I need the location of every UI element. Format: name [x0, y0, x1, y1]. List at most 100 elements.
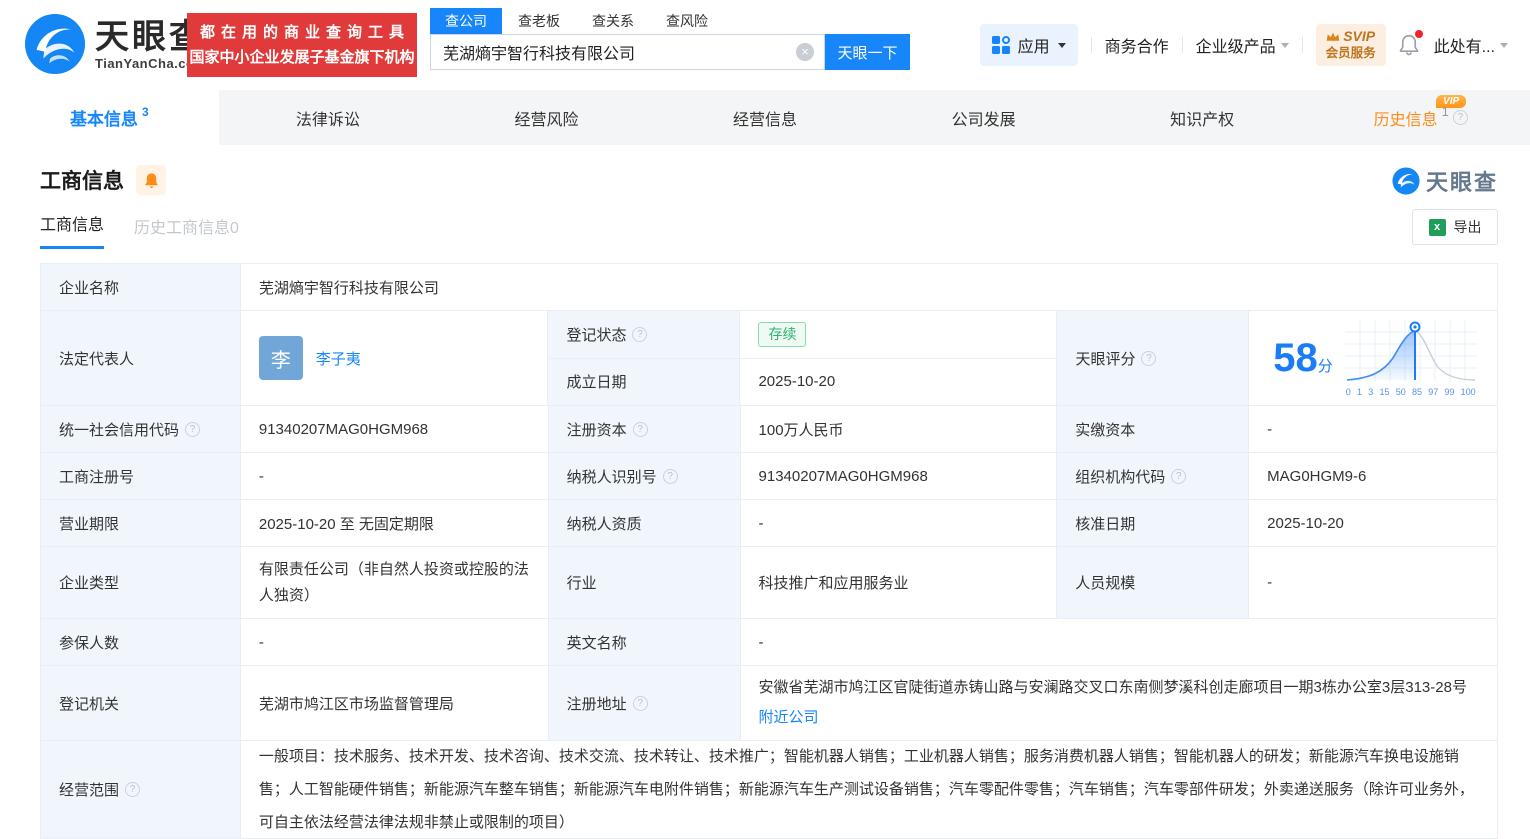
tab-operation-info[interactable]: 经营信息: [656, 90, 875, 145]
svip-member-button[interactable]: SVIP 会员服务: [1315, 24, 1386, 66]
help-icon[interactable]: ?: [632, 421, 648, 437]
main-content: 工商信息 天眼查 工商信息 历史工商信息0 x 导出 企业名称 芜湖熵宇智行科技…: [0, 163, 1530, 839]
divider: [1090, 37, 1092, 53]
business-cooperation-link[interactable]: 商务合作: [1105, 33, 1169, 57]
score-unit: 分: [1317, 358, 1333, 375]
legal-representative-label: 法定代表人: [41, 311, 241, 406]
subscribe-bell-button[interactable]: [136, 165, 166, 195]
registered-address-label: 注册地址 ?: [548, 666, 741, 741]
help-icon[interactable]: ?: [185, 421, 201, 437]
status-date-block: 登记状态 ? 存续 成立日期 2025-10-20: [548, 311, 1058, 406]
score-distribution-chart: 0 1 3 15 50 85 97 99 100: [1344, 319, 1477, 397]
company-type-label: 企业类型: [41, 547, 241, 619]
table-row: 经营范围 ? 一般项目：技术服务、技术开发、技术咨询、技术交流、技术转让、技术推…: [41, 741, 1498, 839]
business-registration-number-value: -: [240, 453, 549, 500]
establishment-date-value: 2025-10-20: [740, 358, 1058, 406]
approval-date-value: 2025-10-20: [1249, 500, 1498, 547]
user-name: 此处有...: [1433, 39, 1495, 56]
legal-representative-value: 李 李子夷: [240, 311, 549, 406]
search-button[interactable]: 天眼一下: [825, 34, 910, 70]
help-icon[interactable]: ?: [1171, 468, 1187, 484]
help-icon[interactable]: ?: [662, 468, 678, 484]
company-type-value: 有限责任公司（非自然人投资或控股的法人独资）: [240, 547, 549, 619]
business-term-label: 营业期限: [41, 500, 241, 547]
promo-banner-line2: 国家中小企业发展子基金旗下机构: [189, 49, 415, 66]
registration-authority-value: 芜湖市鸠江区市场监督管理局: [240, 666, 549, 741]
organization-code-label: 组织机构代码 ?: [1057, 453, 1250, 500]
help-icon[interactable]: ?: [125, 782, 141, 797]
table-row: 企业名称 芜湖熵宇智行科技有限公司: [41, 264, 1498, 311]
help-icon[interactable]: ?: [1141, 350, 1157, 366]
promo-banner-line1: 都在用的商业查询工具: [199, 24, 410, 41]
tianyancha-watermark: 天眼查: [1392, 165, 1498, 197]
subtab-history-business-info[interactable]: 历史工商信息0: [134, 214, 239, 249]
chevron-down-icon: [1500, 42, 1508, 48]
tab-basic-info[interactable]: 基本信息 3: [0, 90, 219, 145]
tab-operation-risk[interactable]: 经营风险: [437, 90, 656, 145]
section-title: 工商信息: [40, 170, 124, 193]
tab-count-badge: 3: [141, 104, 149, 119]
main-nav-tabs: 基本信息 3 法律诉讼 经营风险 经营信息 公司发展 知识产权 VIP 历史信息…: [0, 90, 1530, 145]
establishment-date-label: 成立日期: [548, 358, 741, 406]
divider: [1301, 37, 1303, 53]
tab-company-development[interactable]: 公司发展: [874, 90, 1093, 145]
apps-grid-icon: [991, 36, 1010, 54]
excel-icon: x: [1428, 218, 1446, 236]
page: 天眼查 TianYanCha.com 都在用的商业查询工具 国家中小企业发展子基…: [0, 0, 1530, 839]
business-scope-label: 经营范围 ?: [41, 741, 241, 839]
apps-label: 应用: [1017, 39, 1050, 56]
user-menu[interactable]: 此处有...: [1434, 33, 1508, 57]
business-scope-value: 一般项目：技术服务、技术开发、技术咨询、技术交流、技术转让、技术推广；智能机器人…: [240, 741, 1498, 839]
company-name-value: 芜湖熵宇智行科技有限公司: [240, 264, 1498, 311]
unified-social-credit-code-label: 统一社会信用代码 ?: [41, 406, 241, 453]
notification-bell-icon[interactable]: [1399, 30, 1423, 57]
svip-service-label: 会员服务: [1325, 46, 1376, 60]
chevron-down-icon: [1057, 42, 1066, 48]
score-number: 58: [1273, 336, 1318, 380]
search-tab-relation[interactable]: 查关系: [576, 8, 650, 34]
table-row: 登记机关 芜湖市鸠江区市场监督管理局 注册地址 ? 安徽省芜湖市鸠江区官陡街道赤…: [41, 666, 1498, 741]
promo-banner: 都在用的商业查询工具 国家中小企业发展子基金旗下机构: [187, 13, 417, 77]
help-icon[interactable]: ?: [1452, 110, 1468, 125]
search-tab-boss[interactable]: 查老板: [502, 8, 576, 34]
business-term-value: 2025-10-20 至 无固定期限: [240, 500, 549, 547]
clear-search-icon[interactable]: ×: [796, 43, 814, 61]
status-badge: 存续: [758, 321, 807, 347]
export-button[interactable]: x 导出: [1412, 209, 1498, 245]
registration-status-label: 登记状态 ?: [548, 311, 741, 359]
search-tab-risk[interactable]: 查风险: [650, 8, 724, 34]
unified-social-credit-code-value: 91340207MAG0HGM968: [240, 406, 549, 453]
notification-dot: [1414, 30, 1423, 38]
insured-count-value: -: [240, 619, 549, 666]
taxpayer-qualification-label: 纳税人资质: [548, 500, 741, 547]
registered-address-value: 安徽省芜湖市鸠江区官陡街道赤铸山路与安澜路交叉口东南侧梦溪科创走廊项目一期3栋办…: [740, 666, 1498, 741]
score-axis: 0 1 3 15 50 85 97 99 100: [1345, 386, 1476, 397]
tianyancha-logo[interactable]: 天眼查 TianYanCha.com: [24, 13, 207, 75]
insured-count-label: 参保人数: [41, 619, 241, 666]
tab-history-info[interactable]: VIP 历史信息 1 ?: [1311, 90, 1530, 145]
legal-representative-link[interactable]: 李子夷: [316, 348, 361, 369]
search-input[interactable]: [431, 35, 824, 69]
business-registration-number-label: 工商注册号: [41, 453, 241, 500]
paid-in-capital-label: 实缴资本: [1057, 406, 1250, 453]
table-row: 统一社会信用代码 ? 91340207MAG0HGM968 注册资本 ? 100…: [41, 406, 1498, 453]
help-icon[interactable]: ?: [632, 695, 648, 711]
tab-intellectual-property[interactable]: 知识产权: [1093, 90, 1312, 145]
tab-legal-litigation[interactable]: 法律诉讼: [219, 90, 438, 145]
vip-badge: VIP: [1436, 95, 1467, 108]
avatar[interactable]: 李: [258, 336, 303, 380]
taxpayer-id-label: 纳税人识别号 ?: [548, 453, 741, 500]
enterprise-products-link[interactable]: 企业级产品: [1196, 33, 1289, 57]
table-row: 法定代表人 李 李子夷 登记状态 ? 存续 成立日期 2025-10-20 天眼…: [41, 311, 1499, 406]
search-box: × 天眼一下: [430, 34, 910, 70]
tab-count-badge: 1: [1441, 104, 1449, 119]
apps-button[interactable]: 应用: [979, 24, 1078, 66]
enterprise-products-label: 企业级产品: [1195, 39, 1276, 56]
registered-capital-label: 注册资本 ?: [548, 406, 741, 453]
nearby-companies-link[interactable]: 附近公司: [759, 709, 819, 726]
search-tab-company[interactable]: 查公司: [430, 8, 502, 34]
organization-code-value: MAG0HGM9-6: [1249, 453, 1498, 500]
subtab-business-info[interactable]: 工商信息: [40, 211, 105, 249]
help-icon[interactable]: ?: [632, 326, 648, 342]
crown-icon: [1326, 32, 1340, 41]
